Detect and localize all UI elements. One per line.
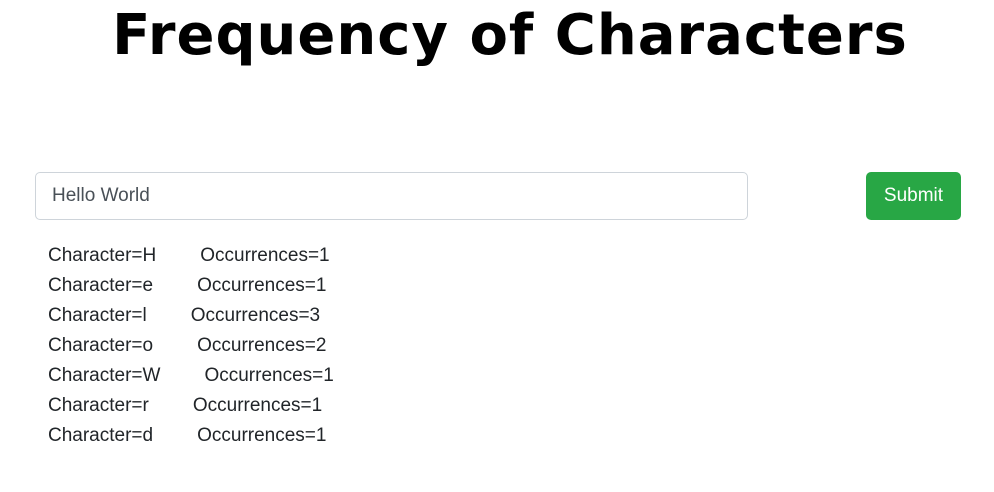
results-list: Character=H Occurrences=1 Character=e Occu… (48, 241, 334, 451)
result-row: Character=o Occurrences=2 (48, 331, 334, 361)
character-label: Character=H (48, 245, 157, 266)
occurrences-label: Occurrences=1 (192, 395, 323, 416)
occurrences-label: Occurrences=2 (197, 335, 327, 356)
result-row: Character=d Occurrences=1 (48, 421, 334, 451)
character-label: Character=d (48, 425, 154, 446)
submit-button[interactable]: Submit (866, 172, 961, 220)
text-input[interactable] (35, 172, 748, 220)
occurrences-label: Occurrences=1 (200, 245, 330, 266)
character-label: Character=r (48, 395, 149, 416)
character-label: Character=o (48, 335, 154, 356)
occurrences-label: Occurrences=3 (190, 305, 321, 326)
result-row: Character=e Occurrences=1 (48, 271, 334, 301)
occurrences-label: Occurrences=1 (197, 275, 327, 296)
result-row: Character=H Occurrences=1 (48, 241, 334, 271)
page-title: Frequency of Characters (112, 3, 908, 68)
character-label: Character=W (48, 365, 161, 386)
occurrences-label: Occurrences=1 (197, 425, 327, 446)
result-row: Character=l Occurrences=3 (48, 301, 334, 331)
character-label: Character=l (48, 305, 147, 326)
result-row: Character=r Occurrences=1 (48, 391, 334, 421)
result-row: Character=W Occurrences=1 (48, 361, 334, 391)
occurrences-label: Occurrences=1 (204, 365, 334, 386)
character-label: Character=e (48, 275, 154, 296)
